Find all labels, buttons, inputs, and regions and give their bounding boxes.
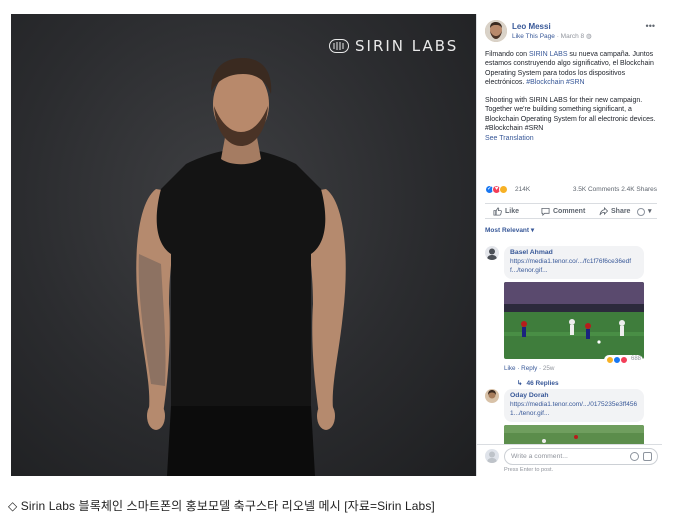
chevron-down-icon: ▾ xyxy=(648,208,652,215)
replies-count: 46 Replies xyxy=(526,380,559,387)
reaction-icons[interactable]: ✓ ♥ xyxy=(485,185,508,194)
comment-reaction-count: 688 xyxy=(630,356,641,363)
comment-composer: Press Enter to post. xyxy=(477,444,662,476)
audience-selector[interactable]: ▾ xyxy=(637,207,652,216)
reactions-summary: ✓ ♥ 214K 3.5K Comments 2.4K Shares xyxy=(485,185,657,197)
football-gif-frame xyxy=(504,282,644,359)
comment-author[interactable]: Basel Ahmad xyxy=(510,249,638,258)
action-bar: Like Comment Share ▾ xyxy=(485,203,657,219)
profile-circle-icon xyxy=(637,207,645,216)
image-caption: ◇ Sirin Labs 블록체인 스마트폰의 홍보모델 축구스타 리오넬 메시… xyxy=(8,499,435,513)
comment-label: Comment xyxy=(553,208,586,215)
like-page-link[interactable]: Like This Page xyxy=(512,33,555,40)
reply-arrow-icon: ↳ xyxy=(517,380,523,387)
post-header: Leo Messi Like This Page · March 8 ◍ ••• xyxy=(485,20,657,46)
facebook-post-panel: Leo Messi Like This Page · March 8 ◍ •••… xyxy=(476,14,662,476)
love-reaction-icon xyxy=(619,356,628,364)
comment-link[interactable]: https://media1.tenor.com/.../0175235e3ff… xyxy=(510,401,638,419)
post-text-spanish: Filmando con SIRIN LABS su nueva campaña… xyxy=(485,50,657,88)
emoji-icon[interactable] xyxy=(630,452,639,461)
like-button[interactable]: Like xyxy=(493,207,519,216)
share-label: Share xyxy=(611,208,631,215)
post-text-english: Shooting with SIRIN LABS for their new c… xyxy=(485,96,657,143)
comment-reply-link[interactable]: Reply xyxy=(521,365,537,372)
comment-input[interactable] xyxy=(505,449,615,464)
comment-sort-dropdown[interactable]: Most Relevant ▾ xyxy=(485,227,534,235)
comment-actions: Like · Reply · 25w xyxy=(504,365,555,372)
comment-icon xyxy=(541,207,550,217)
comment-author[interactable]: Oday Dorah xyxy=(510,392,638,401)
sirin-logo-icon xyxy=(329,39,349,53)
page-subline: Like This Page · March 8 ◍ xyxy=(512,33,592,41)
wow-reaction-icon xyxy=(499,185,508,194)
page-name-link[interactable]: Leo Messi xyxy=(512,22,551,32)
comment-button[interactable]: Comment xyxy=(541,207,586,217)
comment-timestamp[interactable]: 25w xyxy=(543,365,555,372)
text-span: Filmando con xyxy=(485,51,529,58)
text-span: Shooting with SIRIN LABS for their new c… xyxy=(485,96,656,133)
sirin-labs-mention[interactable]: SIRIN LABS xyxy=(529,51,568,58)
reaction-count[interactable]: 214K xyxy=(515,186,530,194)
hashtags[interactable]: #Blockchain #SRN xyxy=(526,79,584,86)
campaign-photo: SIRIN LABS xyxy=(11,14,476,476)
press-enter-hint: Press Enter to post. xyxy=(504,467,554,473)
post-date[interactable]: March 8 xyxy=(561,33,584,40)
comment-gif[interactable] xyxy=(504,282,644,359)
user-avatar xyxy=(485,449,499,463)
more-dots-icon[interactable]: ••• xyxy=(646,21,655,33)
comment-bubble: Oday Dorah https://media1.tenor.com/.../… xyxy=(504,389,644,423)
brand-name: SIRIN LABS xyxy=(355,37,459,55)
globe-icon: ◍ xyxy=(585,33,592,40)
comment-link[interactable]: https://media1.tenor.co/.../fc1f76f6ce36… xyxy=(510,258,638,276)
thumbs-up-icon xyxy=(493,207,502,216)
comment-bubble: Basel Ahmad https://media1.tenor.co/.../… xyxy=(504,246,644,280)
post-text: Filmando con SIRIN LABS su nueva campaña… xyxy=(485,50,657,143)
comment-like-link[interactable]: Like xyxy=(504,365,516,372)
view-replies-link[interactable]: ↳ 46 Replies xyxy=(517,380,559,388)
like-label: Like xyxy=(505,208,520,215)
composer-icons xyxy=(630,452,652,461)
comment-reactions[interactable]: 688 xyxy=(603,355,643,365)
page-avatar[interactable] xyxy=(485,20,507,42)
share-button[interactable]: Share xyxy=(599,207,630,216)
commenter-avatar[interactable] xyxy=(485,389,499,403)
messi-portrait xyxy=(136,58,346,476)
share-icon xyxy=(599,207,608,216)
see-translation-link[interactable]: See Translation xyxy=(485,135,534,142)
comment-input-box xyxy=(504,448,658,465)
comments-shares-count[interactable]: 3.5K Comments 2.4K Shares xyxy=(573,186,657,194)
sticker-icon[interactable] xyxy=(643,452,652,461)
commenter-avatar[interactable] xyxy=(485,246,499,260)
sirin-labs-logo: SIRIN LABS xyxy=(329,37,458,55)
